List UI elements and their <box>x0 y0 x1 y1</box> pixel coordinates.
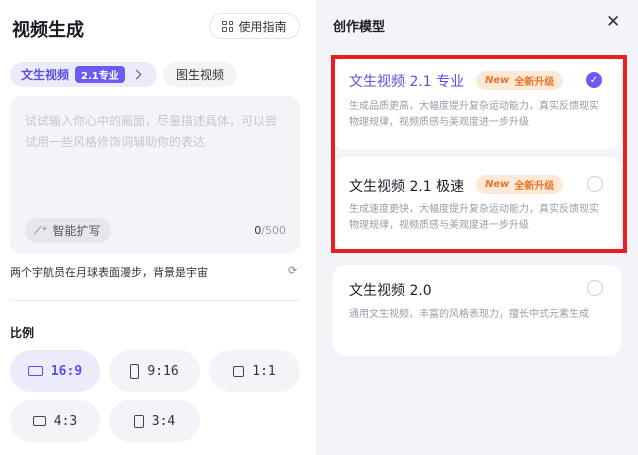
model-card-20[interactable]: 文生视频 2.0 通用文生视频，丰富的风格表现力，擅长中式元素生成 <box>333 265 621 356</box>
ratio-option-9-16[interactable]: 9:16 <box>109 350 200 392</box>
model-name: 文生视频 2.0 <box>349 283 432 299</box>
char-counter: 0/500 <box>254 224 286 237</box>
prompt-input[interactable]: 试试输入你心中的画面，尽量描述具体，可以尝试用一些风格修饰词辅助你的表达 ⟋⁺ … <box>10 96 300 254</box>
ratio-option-1-1[interactable]: 1:1 <box>209 350 300 392</box>
new-badge: New 全新升级 <box>476 71 564 90</box>
ratio-value: 16:9 <box>50 363 83 379</box>
prompt-suggestion[interactable]: 两个宇航员在月球表面漫步，背景是宇宙 <box>10 264 208 280</box>
model-description: 生成速度更快，大幅度提升复杂运动能力，真实反馈现实物理规律，视频质感与美观度进一… <box>349 204 599 231</box>
smart-expand-label: 智能扩写 <box>52 224 101 238</box>
new-label: New <box>485 179 510 190</box>
ratio-option-3-4[interactable]: 3:4 <box>109 400 200 442</box>
tab-label: 文生视频 <box>21 68 70 82</box>
char-max: /500 <box>261 224 286 237</box>
square-icon <box>233 365 245 377</box>
divider <box>10 300 300 301</box>
radio-button[interactable] <box>587 176 603 192</box>
close-icon[interactable]: ✕ <box>606 14 620 31</box>
guide-button[interactable]: 使用指南 <box>209 13 300 39</box>
upgrade-label: 全新升级 <box>514 181 555 192</box>
tab-text-to-video[interactable]: 文生视频 2.1专业 <box>10 62 157 87</box>
model-description: 生成品质更高，大幅度提升复杂运动能力，真实反馈现实物理规律，视频质感与美观度进一… <box>349 101 599 128</box>
page-title: 视频生成 <box>12 20 84 41</box>
model-card-21-pro[interactable]: 文生视频 2.1 专业 New 全新升级 ✓ 生成品质更高，大幅度提升复杂运动能… <box>333 57 621 149</box>
new-label: New <box>485 75 510 86</box>
smart-expand-button[interactable]: ⟋⁺ 智能扩写 <box>25 218 111 243</box>
model-name: 文生视频 2.1 极速 <box>349 179 465 195</box>
model-description: 通用文生视频，丰富的风格表现力，擅长中式元素生成 <box>349 309 589 320</box>
ratio-option-4-3[interactable]: 4:3 <box>10 400 100 442</box>
prompt-placeholder: 试试输入你心中的画面，尽量描述具体，可以尝试用一些风格修饰词辅助你的表达 <box>25 114 278 149</box>
ratio-value: 9:16 <box>147 363 179 379</box>
ratio-value: 1:1 <box>252 363 276 379</box>
portrait-icon <box>130 363 140 379</box>
model-name: 文生视频 2.1 专业 <box>349 74 465 90</box>
model-card-21-fast[interactable]: 文生视频 2.1 极速 New 全新升级 生成速度更快，大幅度提升复杂运动能力，… <box>333 157 621 248</box>
guide-label: 使用指南 <box>238 19 287 34</box>
landscape-icon <box>27 366 43 376</box>
ratio-value: 3:4 <box>151 413 176 429</box>
ratio-value: 4:3 <box>53 413 78 429</box>
portrait-icon <box>133 414 144 428</box>
radio-button[interactable] <box>587 280 603 296</box>
refresh-icon[interactable]: ⟳ <box>288 264 297 277</box>
ratio-option-16-9[interactable]: 16:9 <box>10 350 100 392</box>
version-badge: 2.1专业 <box>75 66 125 83</box>
chevron-right-icon <box>131 69 142 80</box>
ratio-label: 比例 <box>10 326 35 340</box>
magic-wand-icon: ⟋⁺ <box>34 223 48 237</box>
grid-icon <box>222 20 234 32</box>
check-icon[interactable]: ✓ <box>586 72 602 88</box>
upgrade-label: 全新升级 <box>514 77 555 88</box>
landscape-icon <box>32 416 46 426</box>
left-panel: 视频生成 使用指南 文生视频 2.1专业 图生视频 试试输入你心中的画面，尽量描… <box>0 0 316 455</box>
tab-image-to-video[interactable]: 图生视频 <box>163 62 237 87</box>
new-badge: New 全新升级 <box>476 175 564 194</box>
panel-title: 创作模型 <box>333 20 386 35</box>
